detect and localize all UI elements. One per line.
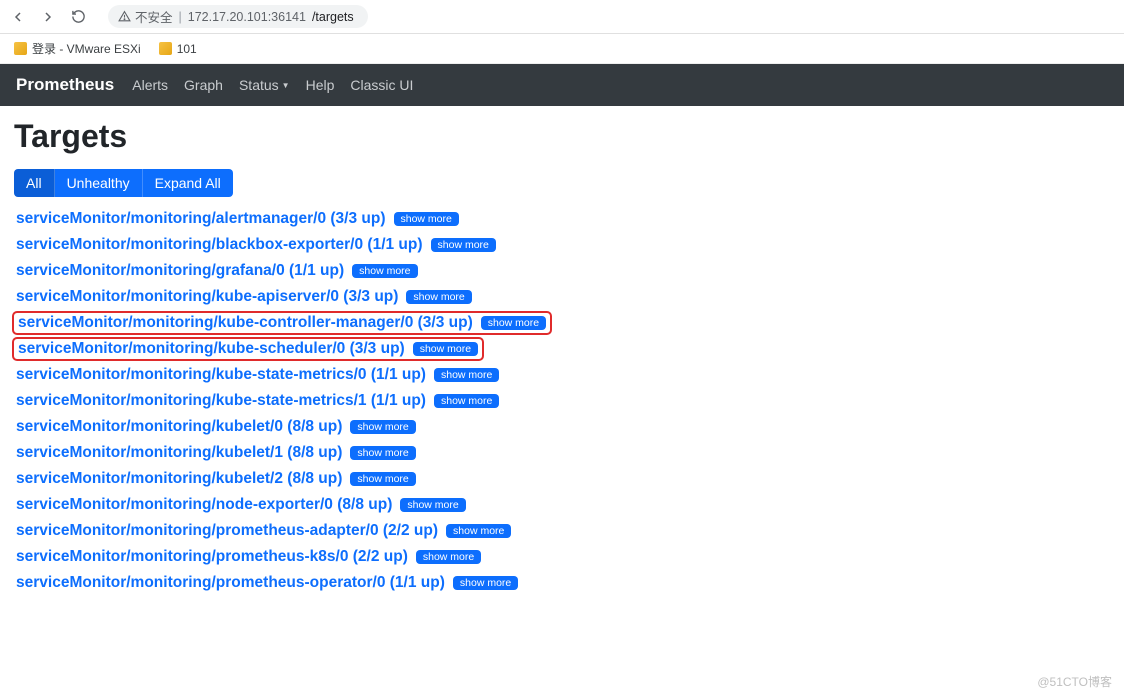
app-navbar: Prometheus Alerts Graph Status▼ Help Cla… xyxy=(0,64,1124,106)
show-more-button[interactable]: show more xyxy=(406,290,471,304)
target-link[interactable]: serviceMonitor/monitoring/grafana/0 (1/1… xyxy=(16,262,344,280)
security-warning: 不安全 xyxy=(118,7,173,26)
target-row: serviceMonitor/monitoring/blackbox-expor… xyxy=(14,235,498,255)
favicon-icon xyxy=(14,42,27,55)
target-row: serviceMonitor/monitoring/node-exporter/… xyxy=(14,495,468,515)
show-more-button[interactable]: show more xyxy=(434,368,499,382)
target-row: serviceMonitor/monitoring/kube-scheduler… xyxy=(14,339,482,359)
target-row: serviceMonitor/monitoring/prometheus-ada… xyxy=(14,521,513,541)
browser-nav-buttons xyxy=(10,9,86,25)
page-title: Targets xyxy=(14,118,1110,155)
show-more-button[interactable]: show more xyxy=(350,446,415,460)
brand[interactable]: Prometheus xyxy=(16,75,114,95)
target-link[interactable]: serviceMonitor/monitoring/alertmanager/0… xyxy=(16,210,386,228)
target-link[interactable]: serviceMonitor/monitoring/kube-controlle… xyxy=(18,314,473,332)
nav-status[interactable]: Status▼ xyxy=(239,77,290,93)
show-more-button[interactable]: show more xyxy=(446,524,511,538)
warning-icon xyxy=(118,10,131,23)
target-row: serviceMonitor/monitoring/kube-apiserver… xyxy=(14,287,474,307)
watermark: @51CTO博客 xyxy=(1037,673,1112,690)
nav-help[interactable]: Help xyxy=(306,77,335,93)
target-row: serviceMonitor/monitoring/alertmanager/0… xyxy=(14,209,461,229)
target-link[interactable]: serviceMonitor/monitoring/prometheus-k8s… xyxy=(16,548,408,566)
show-more-button[interactable]: show more xyxy=(350,472,415,486)
show-more-button[interactable]: show more xyxy=(481,316,546,330)
main-content: Targets All Unhealthy Expand All service… xyxy=(0,106,1124,605)
target-link[interactable]: serviceMonitor/monitoring/kubelet/2 (8/8… xyxy=(16,470,342,488)
target-link[interactable]: serviceMonitor/monitoring/node-exporter/… xyxy=(16,496,392,514)
nav-classic-ui[interactable]: Classic UI xyxy=(350,77,413,93)
show-more-button[interactable]: show more xyxy=(453,576,518,590)
bookmark-item[interactable]: 101 xyxy=(159,42,197,56)
show-more-button[interactable]: show more xyxy=(394,212,459,226)
show-more-button[interactable]: show more xyxy=(413,342,478,356)
bookmark-label: 登录 - VMware ESXi xyxy=(32,40,141,57)
bookmark-item[interactable]: 登录 - VMware ESXi xyxy=(14,40,141,57)
back-icon[interactable] xyxy=(10,9,26,25)
target-link[interactable]: serviceMonitor/monitoring/kubelet/0 (8/8… xyxy=(16,418,342,436)
target-link[interactable]: serviceMonitor/monitoring/prometheus-ope… xyxy=(16,574,445,592)
bookmarks-bar: 登录 - VMware ESXi 101 xyxy=(0,34,1124,64)
show-more-button[interactable]: show more xyxy=(350,420,415,434)
filter-all-button[interactable]: All xyxy=(14,169,55,197)
target-link[interactable]: serviceMonitor/monitoring/kube-state-met… xyxy=(16,392,426,410)
nav-graph[interactable]: Graph xyxy=(184,77,223,93)
show-more-button[interactable]: show more xyxy=(352,264,417,278)
target-link[interactable]: serviceMonitor/monitoring/kube-apiserver… xyxy=(16,288,398,306)
forward-icon[interactable] xyxy=(40,9,56,25)
target-row: serviceMonitor/monitoring/kube-state-met… xyxy=(14,365,501,385)
reload-icon[interactable] xyxy=(70,9,86,25)
show-more-button[interactable]: show more xyxy=(416,550,481,564)
target-link[interactable]: serviceMonitor/monitoring/blackbox-expor… xyxy=(16,236,423,254)
url-path: /targets xyxy=(312,10,354,24)
address-bar[interactable]: 不安全 | 172.17.20.101:36141/targets xyxy=(108,5,368,28)
target-link[interactable]: serviceMonitor/monitoring/kube-state-met… xyxy=(16,366,426,384)
show-more-button[interactable]: show more xyxy=(434,394,499,408)
show-more-button[interactable]: show more xyxy=(431,238,496,252)
target-row: serviceMonitor/monitoring/grafana/0 (1/1… xyxy=(14,261,420,281)
nav-alerts[interactable]: Alerts xyxy=(132,77,168,93)
chevron-down-icon: ▼ xyxy=(282,81,290,90)
filter-unhealthy-button[interactable]: Unhealthy xyxy=(55,169,143,197)
target-link[interactable]: serviceMonitor/monitoring/kubelet/1 (8/8… xyxy=(16,444,342,462)
target-list: serviceMonitor/monitoring/alertmanager/0… xyxy=(14,209,1110,593)
url-host: 172.17.20.101:36141 xyxy=(188,10,306,24)
target-row: serviceMonitor/monitoring/kube-controlle… xyxy=(14,313,550,333)
target-row: serviceMonitor/monitoring/kube-state-met… xyxy=(14,391,501,411)
security-label: 不安全 xyxy=(135,7,173,26)
favicon-icon xyxy=(159,42,172,55)
bookmark-label: 101 xyxy=(177,42,197,56)
target-row: serviceMonitor/monitoring/kubelet/0 (8/8… xyxy=(14,417,418,437)
filter-bar: All Unhealthy Expand All xyxy=(14,169,233,197)
target-row: serviceMonitor/monitoring/kubelet/2 (8/8… xyxy=(14,469,418,489)
show-more-button[interactable]: show more xyxy=(400,498,465,512)
target-row: serviceMonitor/monitoring/kubelet/1 (8/8… xyxy=(14,443,418,463)
target-link[interactable]: serviceMonitor/monitoring/prometheus-ada… xyxy=(16,522,438,540)
browser-toolbar: 不安全 | 172.17.20.101:36141/targets xyxy=(0,0,1124,34)
target-link[interactable]: serviceMonitor/monitoring/kube-scheduler… xyxy=(18,340,405,358)
expand-all-button[interactable]: Expand All xyxy=(143,169,233,197)
target-row: serviceMonitor/monitoring/prometheus-k8s… xyxy=(14,547,483,567)
target-row: serviceMonitor/monitoring/prometheus-ope… xyxy=(14,573,520,593)
